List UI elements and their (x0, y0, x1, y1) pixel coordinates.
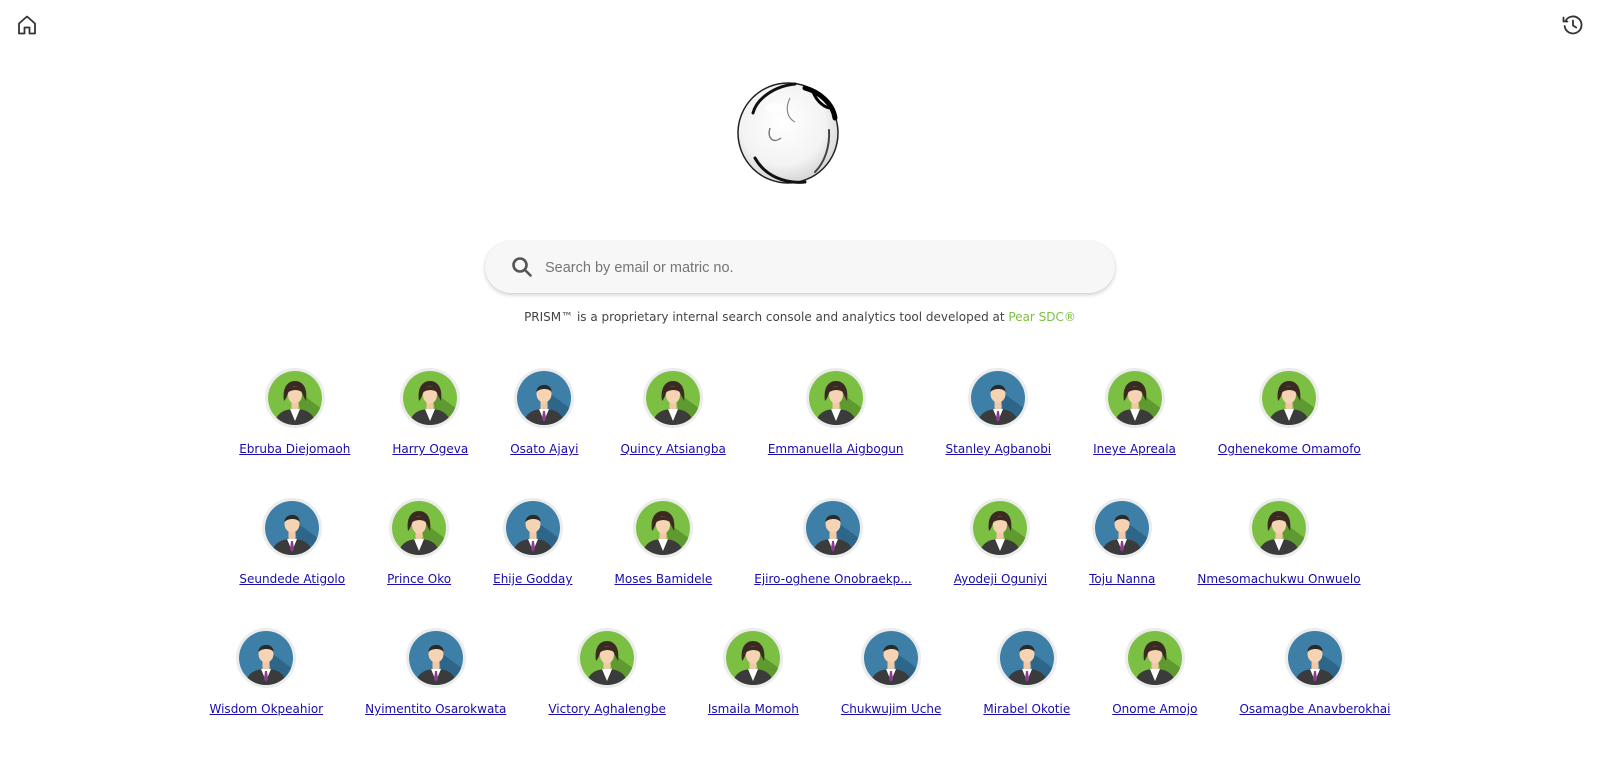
female-avatar-icon[interactable] (264, 368, 325, 428)
person-name-link[interactable]: Toju Nanna (1089, 572, 1155, 586)
person-card[interactable]: Ineye Apreala (1093, 368, 1176, 456)
person-card[interactable]: Stanley Agbanobi (946, 368, 1052, 456)
male-avatar-icon[interactable] (405, 628, 466, 688)
person-card[interactable]: Victory Aghalengbe (548, 628, 666, 716)
person-name-link[interactable]: Quincy Atsiangba (620, 442, 725, 456)
female-avatar-icon[interactable] (1248, 498, 1309, 558)
person-card[interactable]: Toju Nanna (1089, 498, 1155, 586)
female-avatar-icon[interactable] (633, 498, 694, 558)
male-avatar-icon[interactable] (968, 368, 1029, 428)
male-avatar-icon[interactable] (262, 498, 323, 558)
female-avatar-icon[interactable] (1124, 628, 1185, 688)
male-avatar-icon[interactable] (502, 498, 563, 558)
person-card[interactable]: Quincy Atsiangba (620, 368, 726, 456)
people-row: Seundede Atigolo Prince Oko Ehije Godday Mo… (0, 498, 1600, 628)
glass-sphere-logo (735, 78, 841, 188)
person-name-link[interactable]: Chukwujim Uche (841, 702, 942, 716)
person-card[interactable]: Harry Ogeva (392, 368, 468, 456)
person-name-link[interactable]: Ebruba Diejomaoh (239, 442, 350, 456)
person-name-link[interactable]: Onome Amojo (1112, 702, 1197, 716)
people-grid: Ebruba Diejomaoh Harry Ogeva Osato Ajayi Qu… (0, 368, 1600, 758)
person-name-link[interactable]: Osamagbe Anavberokhai (1239, 702, 1390, 716)
person-card[interactable]: Onome Amojo (1112, 628, 1197, 716)
person-card[interactable]: Ebruba Diejomaoh (239, 368, 350, 456)
person-name-link[interactable]: Osato Ajayi (510, 442, 578, 456)
person-card[interactable]: Chukwujim Uche (841, 628, 942, 716)
person-name-link[interactable]: Emmanuella Aigbogun (768, 442, 904, 456)
person-name-link[interactable]: Stanley Agbanobi (946, 442, 1052, 456)
search-icon (511, 256, 533, 278)
male-avatar-icon[interactable] (996, 628, 1057, 688)
person-name-link[interactable]: Moses Bamidele (615, 572, 713, 586)
person-card[interactable]: Nyimentito Osarokwata (365, 628, 506, 716)
person-card[interactable]: Ehije Godday (493, 498, 573, 586)
person-name-link[interactable]: Victory Aghalengbe (548, 702, 666, 716)
tagline-text: PRISM™ is a proprietary internal search … (524, 310, 1009, 324)
person-name-link[interactable]: Nyimentito Osarokwata (365, 702, 506, 716)
search-bar[interactable] (485, 241, 1115, 295)
male-avatar-icon[interactable] (1092, 498, 1153, 558)
person-card[interactable]: Emmanuella Aigbogun (768, 368, 904, 456)
tagline: PRISM™ is a proprietary internal search … (0, 310, 1600, 324)
person-name-link[interactable]: Harry Ogeva (392, 442, 468, 456)
person-name-link[interactable]: Ehije Godday (493, 572, 572, 586)
history-icon[interactable] (1560, 12, 1586, 38)
person-card[interactable]: Ejiro-oghene Onobraekp... (754, 498, 912, 586)
person-name-link[interactable]: Mirabel Okotie (983, 702, 1070, 716)
person-card[interactable]: Ismaila Momoh (708, 628, 799, 716)
female-avatar-icon[interactable] (970, 498, 1031, 558)
search-input[interactable] (543, 241, 1087, 295)
female-avatar-icon[interactable] (400, 368, 461, 428)
person-name-link[interactable]: Wisdom Okpeahior (210, 702, 324, 716)
person-name-link[interactable]: Oghenekome Omamofo (1218, 442, 1361, 456)
person-card[interactable]: Wisdom Okpeahior (210, 628, 324, 716)
person-name-link[interactable]: Ineye Apreala (1093, 442, 1176, 456)
brand-name: Pear SDC® (1008, 310, 1076, 324)
male-avatar-icon[interactable] (802, 498, 863, 558)
person-name-link[interactable]: Prince Oko (387, 572, 451, 586)
person-name-link[interactable]: Nmesomachukwu Onwuelo (1197, 572, 1360, 586)
people-row: Ebruba Diejomaoh Harry Ogeva Osato Ajayi Qu… (0, 368, 1600, 498)
person-card[interactable]: Moses Bamidele (615, 498, 713, 586)
person-card[interactable]: Osato Ajayi (510, 368, 578, 456)
female-avatar-icon[interactable] (1104, 368, 1165, 428)
person-name-link[interactable]: Ejiro-oghene Onobraekp... (754, 572, 911, 586)
male-avatar-icon[interactable] (236, 628, 297, 688)
female-avatar-icon[interactable] (389, 498, 450, 558)
person-card[interactable]: Oghenekome Omamofo (1218, 368, 1361, 456)
person-name-link[interactable]: Ismaila Momoh (708, 702, 799, 716)
person-card[interactable]: Mirabel Okotie (983, 628, 1070, 716)
female-avatar-icon[interactable] (1259, 368, 1320, 428)
person-card[interactable]: Seundede Atigolo (239, 498, 345, 586)
female-avatar-icon[interactable] (805, 368, 866, 428)
female-avatar-icon[interactable] (643, 368, 704, 428)
people-row: Wisdom Okpeahior Nyimentito Osarokwata Vic… (0, 628, 1600, 758)
home-icon[interactable] (14, 12, 40, 38)
male-avatar-icon[interactable] (861, 628, 922, 688)
person-card[interactable]: Ayodeji Oguniyi (954, 498, 1047, 586)
person-name-link[interactable]: Ayodeji Oguniyi (954, 572, 1047, 586)
person-card[interactable]: Nmesomachukwu Onwuelo (1197, 498, 1361, 586)
person-name-link[interactable]: Seundede Atigolo (239, 572, 345, 586)
male-avatar-icon[interactable] (514, 368, 575, 428)
person-card[interactable]: Prince Oko (387, 498, 451, 586)
female-avatar-icon[interactable] (723, 628, 784, 688)
male-avatar-icon[interactable] (1284, 628, 1345, 688)
female-avatar-icon[interactable] (577, 628, 638, 688)
person-card[interactable]: Osamagbe Anavberokhai (1239, 628, 1391, 716)
